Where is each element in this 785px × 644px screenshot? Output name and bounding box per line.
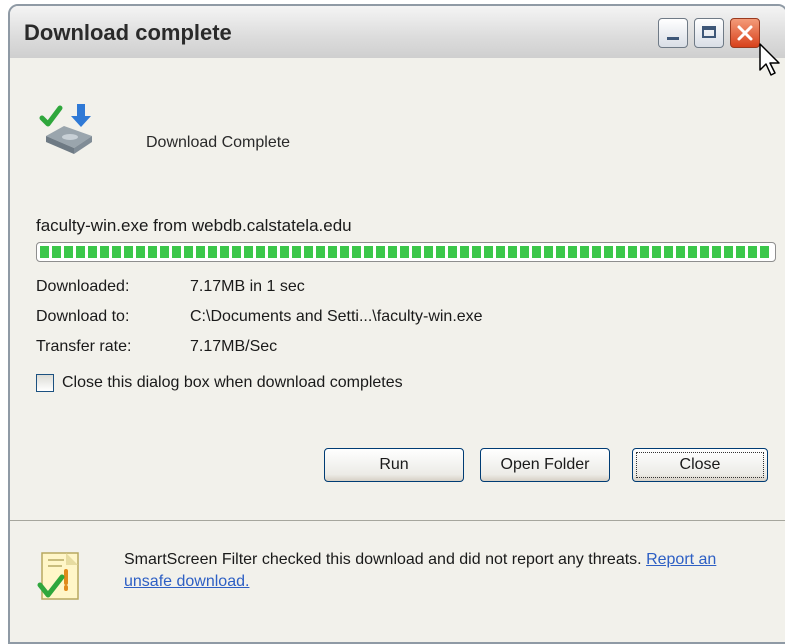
close-button[interactable]: Close xyxy=(632,448,768,482)
open-folder-button[interactable]: Open Folder xyxy=(480,448,610,482)
smartscreen-footer: SmartScreen Filter checked this download… xyxy=(10,521,785,641)
download-complete-dialog: Download complete Download Complete facu… xyxy=(8,4,785,644)
download-to-value: C:\Documents and Setti...\faculty-win.ex… xyxy=(190,308,483,325)
title-bar[interactable]: Download complete xyxy=(10,6,785,59)
dialog-body: Download Complete faculty-win.exe from w… xyxy=(10,58,785,518)
progress-fill xyxy=(40,246,772,258)
maximize-button[interactable] xyxy=(694,18,724,48)
close-button-label: Close xyxy=(636,452,764,478)
transfer-rate-label: Transfer rate: xyxy=(36,338,132,355)
run-button[interactable]: Run xyxy=(324,448,464,482)
smartscreen-check-icon xyxy=(37,552,79,600)
minimize-button[interactable] xyxy=(658,18,688,48)
file-source: faculty-win.exe from webdb.calstatela.ed… xyxy=(36,216,352,235)
downloaded-label: Downloaded: xyxy=(36,278,130,295)
downloaded-value: 7.17MB in 1 sec xyxy=(190,278,305,295)
mouse-cursor-icon xyxy=(759,43,780,76)
close-icon xyxy=(737,25,753,41)
progress-bar xyxy=(36,242,776,262)
window-title: Download complete xyxy=(24,20,232,45)
transfer-rate-value: 7.17MB/Sec xyxy=(190,338,278,355)
smartscreen-message: SmartScreen Filter checked this download… xyxy=(124,549,734,593)
header-text: Download Complete xyxy=(146,134,291,151)
close-window-button[interactable] xyxy=(730,18,760,48)
close-when-done-label: Close this dialog box when download comp… xyxy=(62,374,403,391)
close-when-done-checkbox[interactable] xyxy=(36,374,54,392)
close-when-done-option[interactable]: Close this dialog box when download comp… xyxy=(36,374,403,392)
smartscreen-text: SmartScreen Filter checked this download… xyxy=(124,551,642,568)
download-complete-icon xyxy=(39,104,92,154)
download-to-label: Download to: xyxy=(36,308,130,325)
